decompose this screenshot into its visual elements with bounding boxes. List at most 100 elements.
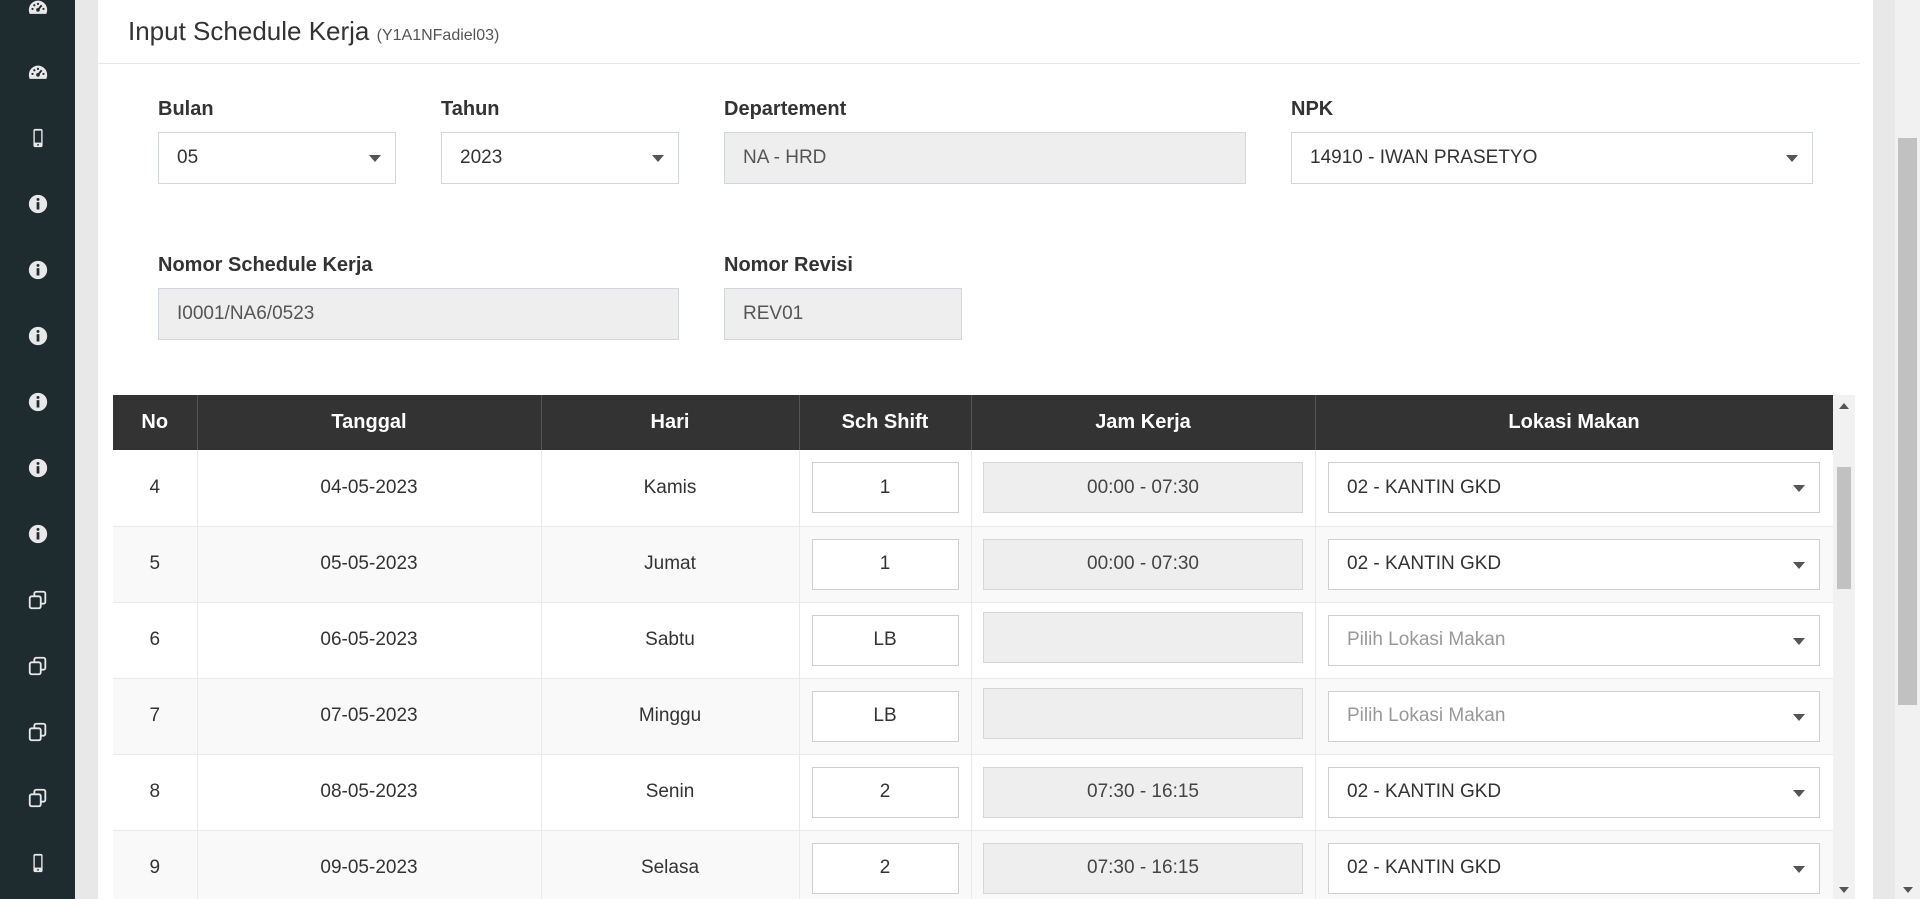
jam-kerja-field: 07:30 - 16:15	[983, 766, 1303, 818]
cell-jam-kerja: 07:30 - 16:15	[971, 830, 1316, 899]
lokasi-makan-select[interactable]: 02 - KANTIN GKD	[1328, 842, 1820, 894]
cell-lokasi-makan: 02 - KANTIN GKD	[1315, 450, 1833, 527]
departement-label: Departement	[724, 98, 847, 120]
cell-no: 4	[113, 450, 198, 527]
sch-shift-input[interactable]: LB	[811, 614, 959, 666]
info-icon[interactable]	[0, 448, 75, 488]
cell-lokasi-makan: Pilih Lokasi Makan	[1315, 678, 1833, 755]
cell-no: 6	[113, 602, 198, 679]
nomor-revisi-value: REV01	[743, 303, 804, 324]
copy-icon[interactable]	[0, 646, 75, 686]
table-scrollbar-thumb[interactable]	[1837, 467, 1851, 589]
sch-shift-input[interactable]: 2	[811, 842, 959, 894]
cell-tanggal: 05-05-2023	[197, 526, 542, 603]
cell-no: 8	[113, 754, 198, 831]
cell-lokasi-makan: Pilih Lokasi Makan	[1315, 602, 1833, 679]
cell-tanggal: 06-05-2023	[197, 602, 542, 679]
nomor-schedule-label: Nomor Schedule Kerja	[158, 254, 373, 276]
page-title: Input Schedule Kerja	[128, 16, 370, 46]
col-header-lokasi-makan[interactable]: Lokasi Makan	[1315, 395, 1833, 450]
cell-hari: Kamis	[541, 450, 800, 527]
copy-icon[interactable]	[0, 712, 75, 752]
chevron-down-icon	[1786, 155, 1798, 162]
cell-no: 5	[113, 526, 198, 603]
col-header-no[interactable]: No	[113, 395, 198, 450]
col-header-hari[interactable]: Hari	[541, 395, 800, 450]
dashboard-icon[interactable]	[0, 53, 75, 93]
jam-kerja-field	[983, 687, 1303, 739]
lokasi-makan-select[interactable]: 02 - KANTIN GKD	[1328, 538, 1820, 590]
nomor-revisi-field: REV01	[724, 288, 962, 340]
page-subtitle: (Y1A1NFadiel03)	[376, 27, 500, 44]
cell-hari: Selasa	[541, 830, 800, 899]
chevron-down-icon	[1793, 713, 1805, 721]
table-scrollbar[interactable]	[1833, 395, 1855, 899]
scroll-up-icon[interactable]	[1839, 403, 1849, 409]
col-header-sch-shift[interactable]: Sch Shift	[799, 395, 972, 450]
bulan-value: 05	[177, 147, 199, 168]
chevron-down-icon	[1793, 789, 1805, 797]
chevron-down-icon	[369, 155, 381, 162]
lokasi-makan-select[interactable]: 02 - KANTIN GKD	[1328, 462, 1820, 514]
mobile-icon[interactable]	[0, 118, 75, 158]
bulan-select[interactable]: 05	[158, 132, 396, 184]
scroll-down-icon[interactable]	[1903, 887, 1913, 893]
cell-tanggal: 09-05-2023	[197, 830, 542, 899]
info-icon[interactable]	[0, 250, 75, 290]
cell-jam-kerja: 00:00 - 07:30	[971, 526, 1316, 603]
sch-shift-input[interactable]: 1	[811, 462, 959, 514]
tahun-select[interactable]: 2023	[441, 132, 679, 184]
copy-icon[interactable]	[0, 778, 75, 818]
cell-hari: Minggu	[541, 678, 800, 755]
chevron-down-icon	[1793, 485, 1805, 493]
cell-sch-shift: 2	[799, 830, 972, 899]
info-icon[interactable]	[0, 184, 75, 224]
col-header-jam-kerja[interactable]: Jam Kerja	[971, 395, 1316, 450]
npk-select[interactable]: 14910 - IWAN PRASETYO	[1291, 132, 1813, 184]
chevron-down-icon	[652, 155, 664, 162]
cell-sch-shift: 1	[799, 526, 972, 603]
main-panel: Input Schedule Kerja (Y1A1NFadiel03) Bul…	[98, 0, 1873, 899]
scroll-down-icon[interactable]	[1839, 887, 1849, 893]
cell-jam-kerja	[971, 602, 1316, 679]
sch-shift-input[interactable]: 2	[811, 766, 959, 818]
tahun-label: Tahun	[441, 98, 500, 120]
lokasi-makan-select[interactable]: 02 - KANTIN GKD	[1328, 766, 1820, 818]
cell-lokasi-makan: 02 - KANTIN GKD	[1315, 830, 1833, 899]
cell-tanggal: 07-05-2023	[197, 678, 542, 755]
page-header: Input Schedule Kerja (Y1A1NFadiel03)	[98, 0, 1860, 64]
tahun-value: 2023	[460, 147, 503, 168]
chevron-down-icon	[1793, 865, 1805, 873]
table-row: 7 07-05-2023 Minggu LB Pilih Lokasi Makan	[113, 678, 1833, 755]
info-icon[interactable]	[0, 316, 75, 356]
departement-field: NA - HRD	[724, 132, 1246, 184]
cell-hari: Senin	[541, 754, 800, 831]
lokasi-makan-select[interactable]: Pilih Lokasi Makan	[1328, 614, 1820, 666]
nomor-schedule-value: I0001/NA6/0523	[177, 303, 315, 324]
chevron-down-icon	[1793, 637, 1805, 645]
col-header-tanggal[interactable]: Tanggal	[197, 395, 542, 450]
lokasi-makan-value: 02 - KANTIN GKD	[1347, 553, 1502, 574]
cell-no: 9	[113, 830, 198, 899]
copy-icon[interactable]	[0, 580, 75, 620]
chevron-down-icon	[1793, 561, 1805, 569]
nomor-revisi-label: Nomor Revisi	[724, 254, 853, 276]
cell-jam-kerja	[971, 678, 1316, 755]
sidebar	[0, 0, 75, 899]
info-icon[interactable]	[0, 514, 75, 554]
jam-kerja-field: 07:30 - 16:15	[983, 842, 1303, 894]
dashboard-icon[interactable]	[0, 0, 75, 28]
lokasi-makan-select[interactable]: Pilih Lokasi Makan	[1328, 690, 1820, 742]
cell-sch-shift: LB	[799, 678, 972, 755]
npk-label: NPK	[1291, 98, 1334, 120]
sch-shift-input[interactable]: 1	[811, 538, 959, 590]
mobile-icon[interactable]	[0, 843, 75, 883]
table-row: 5 05-05-2023 Jumat 1 00:00 - 07:30 02 - KANTI…	[113, 526, 1833, 603]
page-scrollbar[interactable]	[1895, 0, 1920, 899]
table-row: 9 09-05-2023 Selasa 2 07:30 - 16:15 02 - KANT…	[113, 830, 1833, 899]
page-scrollbar-thumb[interactable]	[1898, 138, 1917, 705]
info-icon[interactable]	[0, 382, 75, 422]
table-row: 6 06-05-2023 Sabtu LB Pilih Lokasi Makan	[113, 602, 1833, 679]
schedule-table-container: No Tanggal Hari Sch Shift Jam Kerja Loka…	[113, 395, 1833, 899]
sch-shift-input[interactable]: LB	[811, 690, 959, 742]
